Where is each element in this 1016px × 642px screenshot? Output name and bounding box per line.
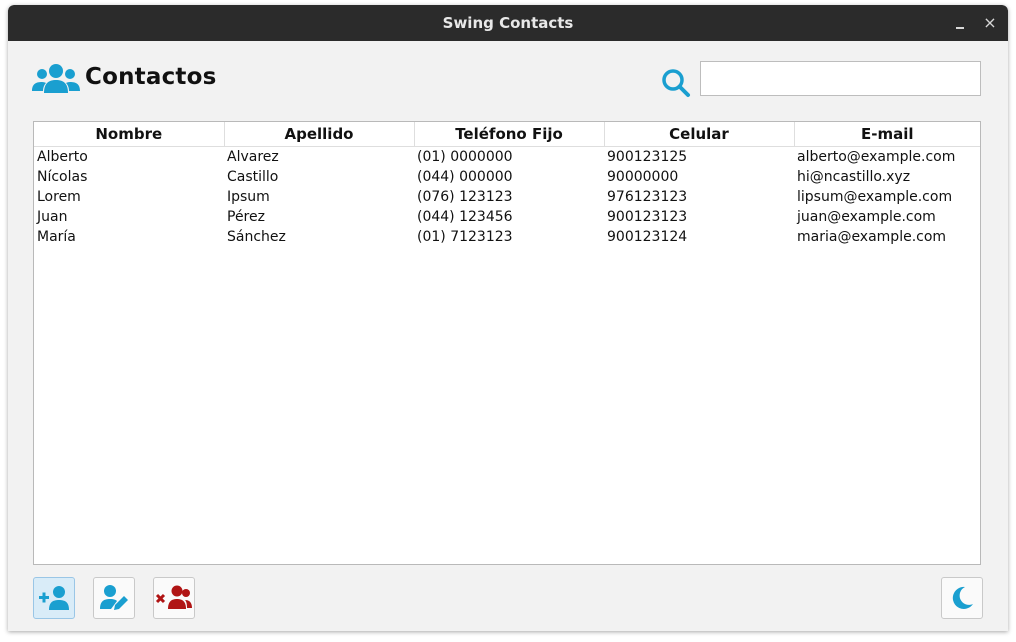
cell-nombre[interactable]: Nícolas [34,167,224,187]
cell-apellido[interactable]: Ipsum [224,187,414,207]
cell-apellido[interactable]: Pérez [224,207,414,227]
cell-telefono-fijo[interactable]: (01) 0000000 [414,147,604,168]
users-icon [32,64,80,93]
moon-icon [952,586,973,609]
minimize-button[interactable] [948,5,972,41]
table-row[interactable]: Alberto Alvarez (01) 0000000 900123125 a… [34,147,980,168]
cell-telefono-fijo[interactable]: (044) 000000 [414,167,604,187]
column-header-email[interactable]: E-mail [794,122,980,147]
minimize-icon [956,27,964,29]
contacts-table[interactable]: Nombre Apellido Teléfono Fijo Celular E-… [33,121,981,565]
cell-celular[interactable]: 90000000 [604,167,794,187]
cell-nombre[interactable]: María [34,227,224,247]
app-window: Swing Contacts × Contactos Nombre Apelli… [8,5,1008,631]
cell-email[interactable]: alberto@example.com [794,147,980,168]
table-row[interactable]: Juan Pérez (044) 123456 900123123 juan@e… [34,207,980,227]
close-icon: × [983,13,997,32]
title-bar[interactable]: Swing Contacts × [8,5,1008,41]
search-icon [662,69,690,97]
cell-celular[interactable]: 900123123 [604,207,794,227]
cell-telefono-fijo[interactable]: (01) 7123123 [414,227,604,247]
cell-apellido[interactable]: Castillo [224,167,414,187]
page-title: Contactos [85,64,217,90]
edit-contact-button[interactable] [93,577,135,619]
cell-telefono-fijo[interactable]: (076) 123123 [414,187,604,207]
edit-user-icon [100,585,128,610]
column-header-telefono-fijo[interactable]: Teléfono Fijo [414,122,605,147]
search-input[interactable] [700,61,981,96]
column-header-nombre[interactable]: Nombre [34,122,225,147]
cell-celular[interactable]: 900123124 [604,227,794,247]
cell-telefono-fijo[interactable]: (044) 123456 [414,207,604,227]
delete-contacts-button[interactable] [153,577,195,619]
theme-toggle-button[interactable] [941,577,983,619]
cell-email[interactable]: maria@example.com [794,227,980,247]
cell-email[interactable]: juan@example.com [794,207,980,227]
cell-nombre[interactable]: Juan [34,207,224,227]
delete-users-icon [155,585,192,609]
cell-email[interactable]: hi@ncastillo.xyz [794,167,980,187]
table-row[interactable]: Nícolas Castillo (044) 000000 90000000 h… [34,167,980,187]
add-contact-button[interactable] [33,577,75,619]
add-user-icon [39,586,69,610]
cell-nombre[interactable]: Lorem [34,187,224,207]
cell-celular[interactable]: 976123123 [604,187,794,207]
table-row[interactable]: Lorem Ipsum (076) 123123 976123123 lipsu… [34,187,980,207]
cell-apellido[interactable]: Sánchez [224,227,414,247]
column-header-celular[interactable]: Celular [604,122,795,147]
table-header-row: Nombre Apellido Teléfono Fijo Celular E-… [34,122,980,147]
window-title: Swing Contacts [442,14,574,32]
column-header-apellido[interactable]: Apellido [224,122,415,147]
close-button[interactable]: × [978,5,1002,41]
cell-apellido[interactable]: Alvarez [224,147,414,168]
cell-nombre[interactable]: Alberto [34,147,224,168]
table-row[interactable]: María Sánchez (01) 7123123 900123124 mar… [34,227,980,247]
cell-email[interactable]: lipsum@example.com [794,187,980,207]
cell-celular[interactable]: 900123125 [604,147,794,168]
